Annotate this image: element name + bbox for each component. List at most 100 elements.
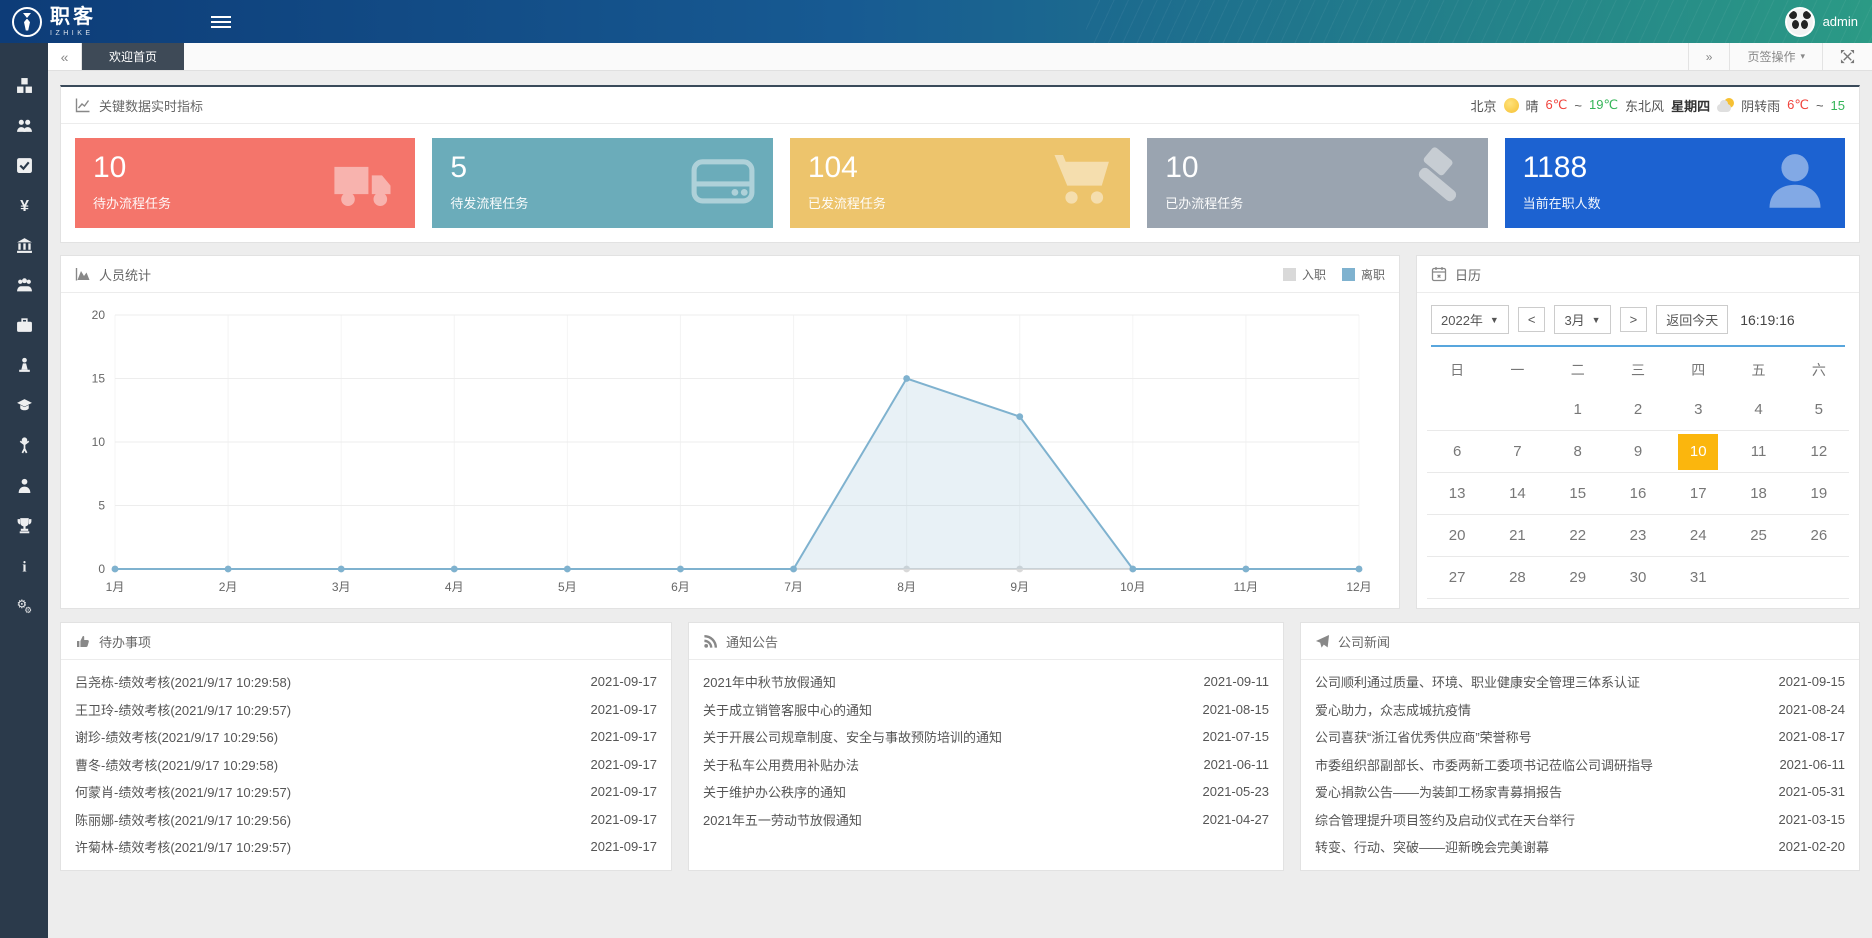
calendar-day-cell[interactable]: 9 [1608,431,1668,472]
notice-item[interactable]: 关于成立销管客服中心的通知 2021-08-15 [703,696,1269,724]
notice-item[interactable]: 2021年中秋节放假通知 2021-09-11 [703,668,1269,696]
calendar-day-cell[interactable]: 29 [1548,557,1608,598]
app-logo[interactable]: 职客 IZHIKE [12,7,167,37]
tab-home[interactable]: 欢迎首页 [82,43,184,70]
calendar-day-cell[interactable]: 1 [1548,389,1608,430]
sidebar-item-organization[interactable] [0,105,48,145]
sidebar-item-approval[interactable] [0,145,48,185]
notice-item[interactable]: 2021年五一劳动节放假通知 2021-04-27 [703,806,1269,834]
calendar-day-cell[interactable]: 13 [1427,473,1487,514]
sidebar-item-briefcase[interactable] [0,305,48,345]
todo-item[interactable]: 谢珍-绩效考核(2021/9/17 10:29:56) 2021-09-17 [75,723,657,751]
notice-item[interactable]: 关于维护办公秩序的通知 2021-05-23 [703,778,1269,806]
calendar-day-cell[interactable]: 30 [1608,557,1668,598]
news-item[interactable]: 爱心捐款公告——为装卸工杨家青募捐报告 2021-05-31 [1315,778,1845,806]
fullscreen-icon[interactable] [1822,43,1872,70]
calendar-day-cell[interactable]: 14 [1487,473,1547,514]
calendar-day-cell[interactable]: 26 [1789,515,1849,556]
todo-item[interactable]: 吕尧栋-绩效考核(2021/9/17 10:29:58) 2021-09-17 [75,668,657,696]
bank-icon [16,237,33,254]
sidebar-item-bank[interactable] [0,225,48,265]
today-button[interactable]: 返回今天 [1656,305,1728,334]
stat-card[interactable]: 104 已发流程任务 [790,138,1130,228]
notice-title: 通知公告 [726,632,778,651]
calendar-day-cell [1427,389,1487,430]
news-item[interactable]: 爱心助力，众志成城抗疫情 2021-08-24 [1315,696,1845,724]
user-avatar[interactable] [1785,7,1815,37]
notice-item[interactable]: 关于开展公司规章制度、安全与事故预防培训的通知 2021-07-15 [703,723,1269,751]
todo-item[interactable]: 许菊林-绩效考核(2021/9/17 10:29:57) 2021-09-17 [75,833,657,861]
menu-toggle-icon[interactable] [211,13,231,31]
calendar-day-cell[interactable]: 20 [1427,515,1487,556]
people-stats-panel: 人员统计 入职 离职 051015201月2月3月4月5月6月7月8月9月10月… [60,255,1400,609]
sidebar-item-recruitment[interactable] [0,345,48,385]
tab-actions-dropdown[interactable]: 页签操作▾ [1729,43,1822,70]
sidebar-item-performance[interactable] [0,505,48,545]
calendar-day-cell[interactable]: 31 [1668,557,1728,598]
prev-month-button[interactable]: < [1518,307,1546,332]
sidebar-item-employee[interactable] [0,465,48,505]
calendar-day-label: 21 [1497,518,1537,554]
sidebar-item-modules[interactable] [0,65,48,105]
collapse-tabs-icon[interactable]: « [48,43,82,70]
stat-card[interactable]: 10 已办流程任务 [1147,138,1487,228]
calendar-day-cell[interactable]: 8 [1548,431,1608,472]
calendar-day-cell[interactable]: 10 [1668,431,1728,472]
stat-card[interactable]: 1188 当前在职人数 [1505,138,1845,228]
stat-card[interactable]: 5 待发流程任务 [432,138,772,228]
calendar-day-cell[interactable]: 3 [1668,389,1728,430]
calendar-day-cell[interactable]: 28 [1487,557,1547,598]
todo-item-date: 2021-09-17 [591,784,658,799]
news-item[interactable]: 综合管理提升项目签约及启动仪式在天台举行 2021-03-15 [1315,806,1845,834]
sidebar-item-info[interactable]: i [0,545,48,585]
calendar-day-cell[interactable]: 6 [1427,431,1487,472]
news-item[interactable]: 转变、行动、突破——迎新晚会完美谢幕 2021-02-20 [1315,833,1845,861]
calendar-day-label: 9 [1618,434,1658,470]
calendar-day-cell[interactable]: 7 [1487,431,1547,472]
calendar-day-cell[interactable]: 18 [1728,473,1788,514]
calendar-day-cell[interactable]: 25 [1728,515,1788,556]
calendar-day-cell[interactable]: 12 [1789,431,1849,472]
calendar-day-cell[interactable]: 23 [1608,515,1668,556]
svg-text:11月: 11月 [1234,580,1258,594]
calendar-day-label: 18 [1739,476,1779,512]
top-navbar: 职客 IZHIKE admin [0,0,1872,43]
calendar-day-cell[interactable]: 19 [1789,473,1849,514]
username[interactable]: admin [1823,14,1858,29]
calendar-day-label [1799,560,1839,596]
calendar-day-cell[interactable]: 22 [1548,515,1608,556]
year-select[interactable]: 2022年▼ [1431,305,1509,334]
news-panel: 公司新闻 公司顺利通过质量、环境、职业健康安全管理三体系认证 2021-09-1… [1300,622,1860,871]
todo-item[interactable]: 王卫玲-绩效考核(2021/9/17 10:29:57) 2021-09-17 [75,696,657,724]
todo-item[interactable]: 何蒙肖-绩效考核(2021/9/17 10:29:57) 2021-09-17 [75,778,657,806]
calendar-day-cell[interactable]: 27 [1427,557,1487,598]
calendar-day-cell[interactable]: 2 [1608,389,1668,430]
news-item[interactable]: 公司顺利通过质量、环境、职业健康安全管理三体系认证 2021-09-15 [1315,668,1845,696]
calendar-day-cell[interactable]: 24 [1668,515,1728,556]
todo-item[interactable]: 陈丽娜-绩效考核(2021/9/17 10:29:56) 2021-09-17 [75,806,657,834]
month-select[interactable]: 3月▼ [1554,305,1610,334]
todo-item[interactable]: 曹冬-绩效考核(2021/9/17 10:29:58) 2021-09-17 [75,751,657,779]
news-item[interactable]: 市委组织部副部长、市委两新工委项书记莅临公司调研指导 2021-06-11 [1315,751,1845,779]
calendar-day-cell[interactable]: 16 [1608,473,1668,514]
calendar-day-cell[interactable]: 11 [1728,431,1788,472]
calendar-day-label: 17 [1678,476,1718,512]
legend-leave[interactable]: 离职 [1342,266,1385,283]
calendar-day-cell[interactable]: 15 [1548,473,1608,514]
calendar-day-cell[interactable]: 17 [1668,473,1728,514]
news-item[interactable]: 公司喜获“浙江省优秀供应商”荣誉称号 2021-08-17 [1315,723,1845,751]
notice-item[interactable]: 关于私车公用费用补贴办法 2021-06-11 [703,751,1269,779]
legend-hire[interactable]: 入职 [1283,266,1326,283]
stat-card[interactable]: 10 待办流程任务 [75,138,415,228]
scroll-tabs-icon[interactable]: » [1688,43,1730,70]
sidebar-item-settings[interactable]: ⚙⚙ [0,585,48,625]
sidebar-item-team[interactable] [0,265,48,305]
calendar-week: 6789 101112 [1427,431,1849,473]
sidebar-item-training[interactable] [0,385,48,425]
calendar-day-cell[interactable]: 4 [1728,389,1788,430]
next-month-button[interactable]: > [1620,307,1648,332]
sidebar-item-growth[interactable] [0,425,48,465]
sidebar-item-salary[interactable]: ¥ [0,185,48,225]
calendar-day-cell[interactable]: 21 [1487,515,1547,556]
calendar-day-cell[interactable]: 5 [1789,389,1849,430]
